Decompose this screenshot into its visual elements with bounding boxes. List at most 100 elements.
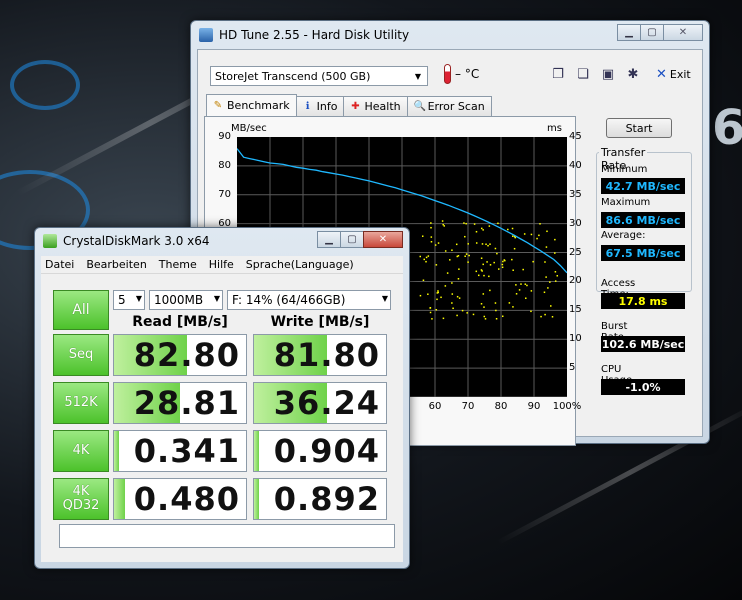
access-time-point — [498, 268, 500, 270]
access-time-point — [507, 228, 509, 231]
tab-info[interactable]: ℹ Info — [295, 96, 345, 116]
access-time-point — [464, 255, 466, 258]
access-time-point — [463, 222, 465, 224]
access-time-point — [466, 312, 468, 314]
access-time-point — [543, 291, 546, 294]
start-button[interactable]: Start — [606, 118, 672, 138]
minimize-button[interactable]: ▁ — [617, 24, 641, 41]
maximize-button[interactable]: ▢ — [340, 231, 364, 248]
access-time-point — [545, 246, 548, 248]
test-button[interactable]: 512K — [53, 382, 109, 424]
access-time-point — [547, 287, 549, 289]
menu-language[interactable]: Sprache(Language) — [246, 258, 354, 271]
hdtune-window-controls: ▁ ▢ ✕ — [617, 24, 703, 41]
save-icon[interactable]: ▣ — [598, 64, 618, 84]
access-time-point — [473, 223, 476, 225]
read-result-value: 28.81 — [133, 384, 240, 422]
burst-rate-value: 102.6 MB/sec — [601, 336, 685, 352]
test-button[interactable]: 4K — [53, 430, 109, 472]
cdm-window-controls: ▁ ▢ ✕ — [317, 231, 403, 248]
access-time-point — [475, 270, 478, 273]
access-time-point — [425, 256, 428, 259]
test-count-select[interactable]: 5 ▼ — [113, 290, 145, 310]
drive-select[interactable]: StoreJet Transcend (500 GB) ▼ — [210, 66, 428, 86]
drive-select-value: F: 14% (64/466GB) — [232, 293, 346, 307]
y2-tick-label: 20 — [569, 275, 582, 287]
all-button[interactable]: All — [53, 290, 109, 330]
test-size-select[interactable]: 1000MB ▼ — [149, 290, 223, 310]
access-time-point — [522, 268, 524, 271]
minimum-label: Minimum — [601, 164, 648, 175]
y2-tick-label: 5 — [569, 362, 576, 374]
copy-icon[interactable]: ❐ — [548, 64, 568, 84]
access-time-point — [451, 249, 453, 251]
x-tick-label: 60 — [428, 401, 442, 412]
cdm-status-bar — [59, 524, 395, 548]
desktop-decoration: 6 — [712, 100, 742, 156]
y-axis-label: MB/sec — [231, 123, 267, 134]
tab-health[interactable]: ✚ Health — [343, 96, 408, 116]
access-time-point — [435, 309, 438, 311]
cdm-menubar: Datei Bearbeiten Theme Hilfe Sprache(Lan… — [41, 256, 403, 274]
close-button[interactable]: ✕ — [363, 231, 403, 248]
read-result-bar — [114, 479, 125, 519]
access-time-point — [483, 306, 485, 308]
access-time-point — [494, 302, 497, 304]
exit-button[interactable]: ✕ Exit — [656, 67, 691, 82]
access-time-point — [434, 244, 437, 246]
access-time-point — [544, 313, 546, 316]
access-time-point — [467, 261, 469, 263]
access-time-point — [545, 276, 547, 278]
tab-benchmark[interactable]: ✎ Benchmark — [206, 94, 297, 116]
access-time-point — [540, 315, 542, 318]
access-time-point — [501, 263, 504, 266]
write-result: 81.80 — [253, 334, 387, 376]
chevron-down-icon: ▼ — [381, 294, 388, 303]
access-time-point — [480, 257, 483, 259]
exit-label: Exit — [669, 67, 691, 81]
read-result: 82.80 — [113, 334, 247, 376]
access-time-point — [444, 250, 447, 252]
access-time-point — [451, 302, 453, 304]
close-button[interactable]: ✕ — [663, 24, 703, 41]
access-time-point — [482, 293, 485, 295]
access-time-point — [472, 313, 475, 316]
access-time-point — [468, 254, 470, 257]
temperature-value: – °C — [455, 67, 480, 81]
read-result-value: 0.341 — [133, 432, 240, 470]
menu-theme[interactable]: Theme — [159, 258, 197, 271]
menu-bearbeiten[interactable]: Bearbeiten — [86, 258, 146, 271]
access-time-point — [429, 307, 431, 309]
x-tick-label: 70 — [461, 401, 475, 412]
access-time-point — [551, 316, 554, 318]
access-time-point — [556, 275, 559, 277]
copy-options-icon[interactable]: ❏ — [573, 64, 593, 84]
access-time-point — [526, 284, 528, 287]
access-time-point — [501, 315, 504, 318]
drive-select[interactable]: F: 14% (64/466GB) ▼ — [227, 290, 391, 310]
minimize-button[interactable]: ▁ — [317, 231, 341, 248]
hdtune-title: HD Tune 2.55 - Hard Disk Utility — [219, 28, 410, 42]
write-column-header: Write [MB/s] — [270, 314, 370, 330]
access-time-point — [554, 252, 556, 254]
menu-datei[interactable]: Datei — [45, 258, 74, 271]
access-time-point — [429, 311, 432, 314]
options-icon[interactable]: ✱ — [623, 64, 643, 84]
maximize-button[interactable]: ▢ — [640, 24, 664, 41]
access-time-point — [523, 233, 526, 235]
test-button[interactable]: 4K QD32 — [53, 478, 109, 520]
access-time-point — [442, 223, 444, 226]
read-result-value: 0.480 — [133, 480, 240, 518]
y2-tick-label: 25 — [569, 246, 582, 258]
y-tick-label: 90 — [218, 131, 231, 142]
y-tick-label: 80 — [218, 159, 231, 171]
test-button[interactable]: Seq — [53, 334, 109, 376]
access-time-point — [467, 243, 469, 245]
read-result: 28.81 — [113, 382, 247, 424]
access-time-point — [520, 283, 522, 285]
access-time-point — [501, 266, 504, 269]
tab-error-scan[interactable]: 🔍 Error Scan — [406, 96, 492, 116]
menu-hilfe[interactable]: Hilfe — [209, 258, 234, 271]
access-time-point — [477, 274, 480, 277]
average-label: Average: — [601, 230, 646, 241]
